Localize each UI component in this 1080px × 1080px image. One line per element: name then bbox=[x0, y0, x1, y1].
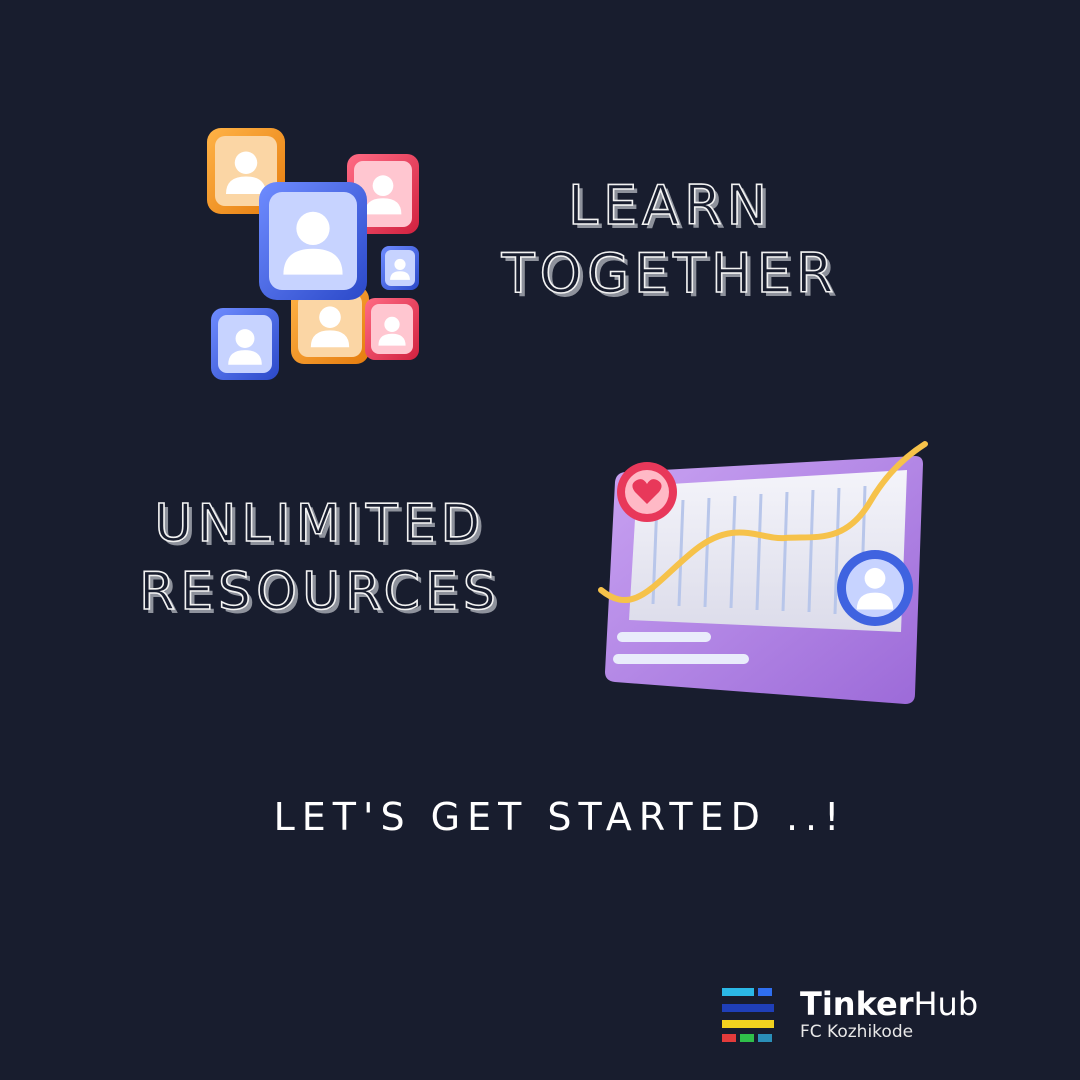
wordmark-regular: Hub bbox=[913, 985, 979, 1023]
wordmark-bold: Tinker bbox=[800, 985, 914, 1023]
user-tile-red-bottom bbox=[365, 298, 419, 360]
user-tile-blue-bottom bbox=[211, 308, 279, 380]
user-tile-blue-small bbox=[381, 246, 419, 290]
user-tile-blue-main bbox=[259, 182, 367, 300]
tinkerhub-logo-icon bbox=[722, 988, 774, 1042]
dashboard-line-2 bbox=[613, 654, 749, 664]
chapter-name: FC Kozhikode bbox=[800, 1022, 914, 1042]
headline-line-resources: RESOURCES bbox=[138, 561, 501, 623]
get-started-text: LET'S GET STARTED ..! bbox=[273, 795, 847, 839]
headline-line-learn: LEARN bbox=[567, 173, 773, 238]
heart-badge bbox=[617, 462, 677, 522]
user-profiles-illustration bbox=[207, 128, 419, 380]
tinkerhub-logo: TinkerHub FC Kozhikode bbox=[720, 984, 1020, 1054]
analytics-dashboard-illustration bbox=[598, 441, 928, 704]
tinkerhub-wordmark: TinkerHub bbox=[800, 984, 978, 1024]
headline-line-unlimited: UNLIMITED bbox=[154, 493, 486, 555]
learn-together-headline: LEARN TOGETHER bbox=[470, 172, 870, 308]
dashboard-line-1 bbox=[617, 632, 711, 642]
headline-line-together: TOGETHER bbox=[501, 241, 839, 306]
user-badge bbox=[837, 550, 913, 626]
unlimited-resources-headline: UNLIMITED RESOURCES bbox=[110, 490, 530, 626]
